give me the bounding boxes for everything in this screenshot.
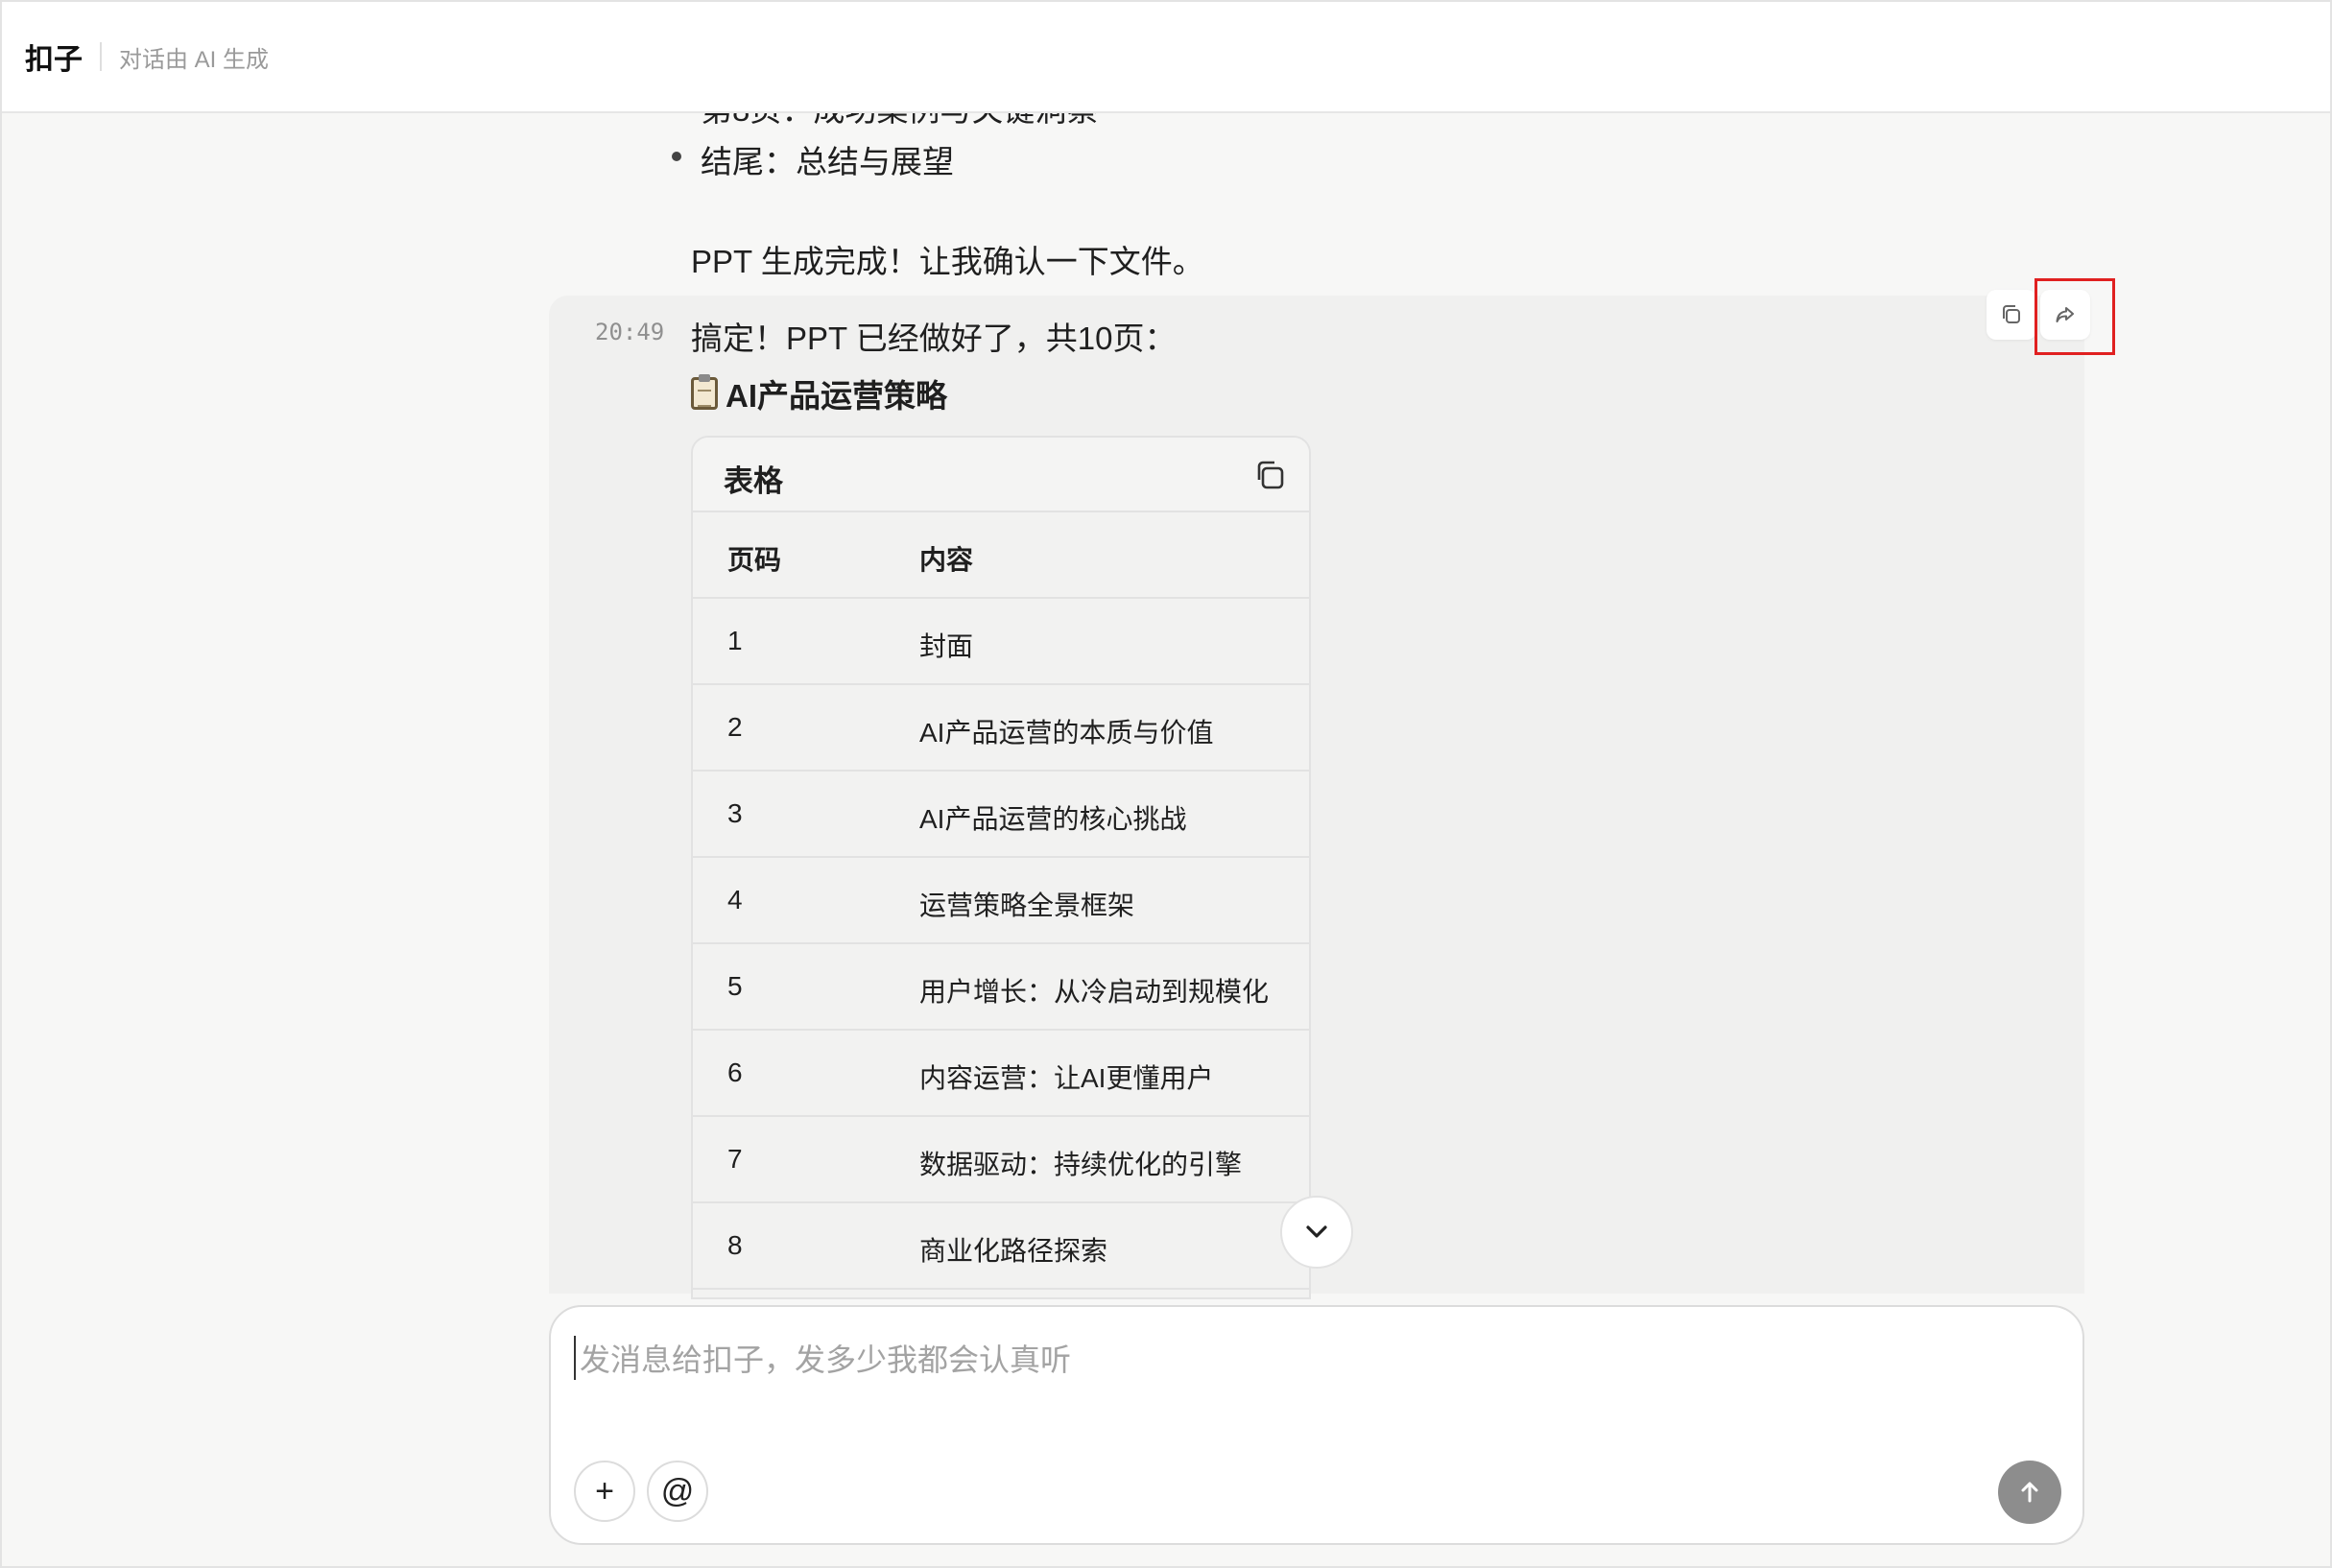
- share-message-button[interactable]: [2040, 290, 2090, 340]
- table-row: 3 AI产品运营的核心挑战: [693, 772, 1309, 858]
- table-cell: 封面: [919, 631, 974, 661]
- message-lead: 搞定！PPT 已经做好了，共10页：: [691, 321, 1177, 356]
- message-composer[interactable]: 发消息给扣子，发多少我都会认真听 + @: [549, 1305, 2084, 1545]
- scroll-to-bottom-button[interactable]: [1280, 1196, 1353, 1269]
- table-card-title: 表格: [724, 464, 783, 498]
- column-header: 内容: [919, 545, 974, 575]
- table-cell: 数据驱动：持续优化的引擎: [919, 1150, 1243, 1179]
- table-cell: 用户增长：从冷启动到规模化: [919, 977, 1270, 1007]
- status-line: PPT 生成完成！让我确认一下文件。: [691, 244, 1204, 279]
- table-cell: 3: [727, 798, 743, 828]
- column-header: 页码: [727, 545, 782, 575]
- table-row: 6 内容运营：让AI更懂用户: [693, 1031, 1309, 1117]
- table-cell: 运营策略全景框架: [919, 891, 1135, 920]
- table-cell: 6: [727, 1057, 743, 1087]
- table-row: 2 AI产品运营的本质与价值: [693, 685, 1309, 772]
- table-cell: 5: [727, 971, 743, 1001]
- chevron-down-icon: [1306, 1225, 1327, 1238]
- table-cell: 8: [727, 1230, 743, 1260]
- copy-message-button[interactable]: [1987, 290, 2036, 340]
- send-button[interactable]: [1998, 1461, 2061, 1524]
- table-row: 8 商业化路径探索: [693, 1203, 1309, 1290]
- app-window: 扣子 对话由 AI 生成 第8页：成功案例与关键洞察 结尾：总结与展望 PPT …: [0, 0, 2332, 1568]
- document-title: AI产品运营策略: [691, 370, 947, 416]
- table-row: 1 封面: [693, 599, 1309, 685]
- top-header-overlay: 扣子 对话由 AI 生成: [2, 2, 2330, 113]
- mention-button[interactable]: @: [647, 1461, 708, 1522]
- clipboard-icon: [691, 374, 718, 410]
- table-row: 5 用户增长：从冷启动到规模化: [693, 944, 1309, 1031]
- message-input[interactable]: 发消息给扣子，发多少我都会认真听: [574, 1336, 1071, 1380]
- brand-title: 扣子: [25, 44, 83, 76]
- arrow-up-icon: [2021, 1482, 2038, 1503]
- add-attachment-button[interactable]: +: [574, 1461, 635, 1522]
- document-title-text: AI产品运营策略: [726, 378, 947, 414]
- copy-icon: [2003, 305, 2020, 323]
- at-icon: @: [660, 1472, 695, 1509]
- table-cell: 4: [727, 885, 743, 915]
- table-cell: 1: [727, 626, 743, 655]
- table-cell: 2: [727, 712, 743, 742]
- table-cell: 7: [727, 1144, 743, 1174]
- table-copy-icon[interactable]: [1253, 459, 1286, 491]
- share-icon: [2056, 307, 2074, 322]
- ai-disclaimer: 对话由 AI 生成: [119, 46, 270, 73]
- message-actions: [1987, 290, 2090, 344]
- table-row: 7 数据驱动：持续优化的引擎: [693, 1117, 1309, 1203]
- table-cell: 商业化路径探索: [919, 1236, 1108, 1266]
- header-divider: [100, 42, 102, 71]
- table-header-row: 页码 内容: [693, 512, 1309, 599]
- table-card-header: 表格: [693, 438, 1309, 512]
- message-time: 20:49: [595, 319, 665, 345]
- table-cell: 内容运营：让AI更懂用户: [919, 1063, 1214, 1093]
- bullet-text: 结尾：总结与展望: [701, 144, 954, 179]
- assistant-message: 20:49 搞定！PPT 已经做好了，共10页： AI产品运营策略 表格 页码 …: [549, 296, 2084, 1299]
- table-row: 4 运营策略全景框架: [693, 858, 1309, 944]
- bullet-item: 结尾：总结与展望: [672, 136, 954, 182]
- table-card: 表格 页码 内容 1 封面 2 AI产品运营的本质与价值 3 AI产品运营的核心…: [691, 436, 1311, 1299]
- bullet-dot: [672, 152, 681, 161]
- table-cell: AI产品运营的核心挑战: [919, 804, 1187, 834]
- table-cell: AI产品运营的本质与价值: [919, 718, 1214, 748]
- plus-icon: +: [595, 1472, 614, 1509]
